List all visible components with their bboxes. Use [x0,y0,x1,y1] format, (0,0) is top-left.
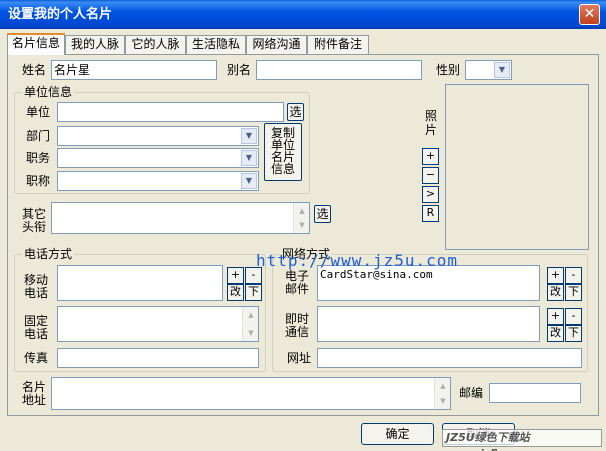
post-label: 职务 [26,151,51,165]
other-select-button[interactable]: 选 [314,205,331,223]
photo-add-button[interactable]: + [422,148,439,165]
zip-input[interactable] [489,383,581,403]
chevron-down-icon: ▼ [241,150,257,166]
email-label: 电子 邮件 [285,269,310,296]
title-bar: 设置我的个人名片 [0,0,606,29]
email-down-button[interactable]: 下 [565,284,582,301]
url-input[interactable] [317,348,582,368]
title-label: 职称 [26,174,51,188]
close-icon: ✕ [583,6,596,22]
chevron-down-icon: ▼ [241,173,257,189]
window-title: 设置我的个人名片 [8,7,113,22]
name-label: 姓名 [22,63,47,77]
ok-button[interactable]: 确定 [361,423,434,445]
other-title-label: 其它 头衔 [22,207,47,234]
tab-card-info[interactable]: 名片信息 [7,33,65,55]
scrollbar[interactable]: ▲ ▼ [434,378,450,409]
unit-input[interactable] [57,102,284,122]
chevron-down-icon: ▼ [241,128,257,144]
tab-my-contacts[interactable]: 我的人脉 [65,35,125,54]
gender-select[interactable]: ▼ [465,60,512,80]
mobile-down-button[interactable]: 下 [245,284,262,301]
url-label: 网址 [287,351,312,365]
scrollbar[interactable]: ▲ ▼ [242,307,258,341]
im-add-button[interactable]: + [547,308,564,325]
title-select[interactable]: ▼ [57,171,259,191]
watermark-url: http://www.jz5u.com [256,251,459,270]
photo-frame[interactable] [445,84,589,250]
email-edit-button[interactable]: 改 [547,284,564,301]
gender-label: 性别 [436,63,461,77]
photo-reset-button[interactable]: R [422,205,439,222]
other-title-input[interactable]: ▲ ▼ [51,202,310,234]
dept-label: 部门 [26,129,51,143]
copy-unit-info-button[interactable]: 复制 单位 名片 信息 [264,123,302,181]
fixed-label: 固定 电话 [24,314,49,341]
mobile-edit-button[interactable]: 改 [227,284,244,301]
im-list[interactable] [317,306,540,342]
address-input[interactable]: ▲ ▼ [51,377,451,410]
alias-input[interactable] [256,60,422,80]
unit-select-button[interactable]: 选 [287,103,304,121]
photo-next-button[interactable]: > [422,186,439,203]
mobile-add-button[interactable]: + [227,267,244,284]
im-down-button[interactable]: 下 [565,325,582,342]
fixed-phone-list[interactable]: ▲ ▼ [57,306,259,342]
email-add-button[interactable]: + [547,267,564,284]
scrollbar[interactable]: ▲ ▼ [293,203,309,233]
dept-select[interactable]: ▼ [57,126,259,146]
im-edit-button[interactable]: 改 [547,325,564,342]
im-label: 即时 通信 [285,312,310,339]
name-input[interactable]: 名片星 [51,60,217,80]
fax-label: 传真 [24,351,49,365]
photo-label: 照 片 [425,109,438,137]
fax-input[interactable] [57,348,259,368]
close-button[interactable]: ✕ [579,4,600,25]
tab-its-contacts[interactable]: 它的人脉 [125,35,186,54]
photo-remove-button[interactable]: − [422,167,439,184]
tab-privacy[interactable]: 生活隐私 [186,35,246,54]
zip-label: 邮编 [459,386,484,400]
unit-group-title: 单位信息 [22,85,75,99]
mobile-label: 移动 电话 [24,273,49,300]
tab-attachments[interactable]: 附件备注 [307,35,369,54]
alias-label: 别名 [227,63,252,77]
email-list[interactable]: CardStar@sina.com [317,265,540,301]
im-remove-button[interactable]: - [565,308,582,325]
chevron-down-icon: ▼ [494,62,510,78]
tab-network[interactable]: 网络沟通 [246,35,307,54]
phone-group-title: 电话方式 [22,247,75,261]
unit-label: 单位 [26,105,51,119]
email-remove-button[interactable]: - [565,267,582,284]
mobile-list[interactable] [57,265,223,301]
watermark-badge: JZ5U绿色下载站 www.jz5u.com [442,429,602,451]
address-label: 名片 地址 [22,380,47,407]
post-select[interactable]: ▼ [57,148,259,168]
